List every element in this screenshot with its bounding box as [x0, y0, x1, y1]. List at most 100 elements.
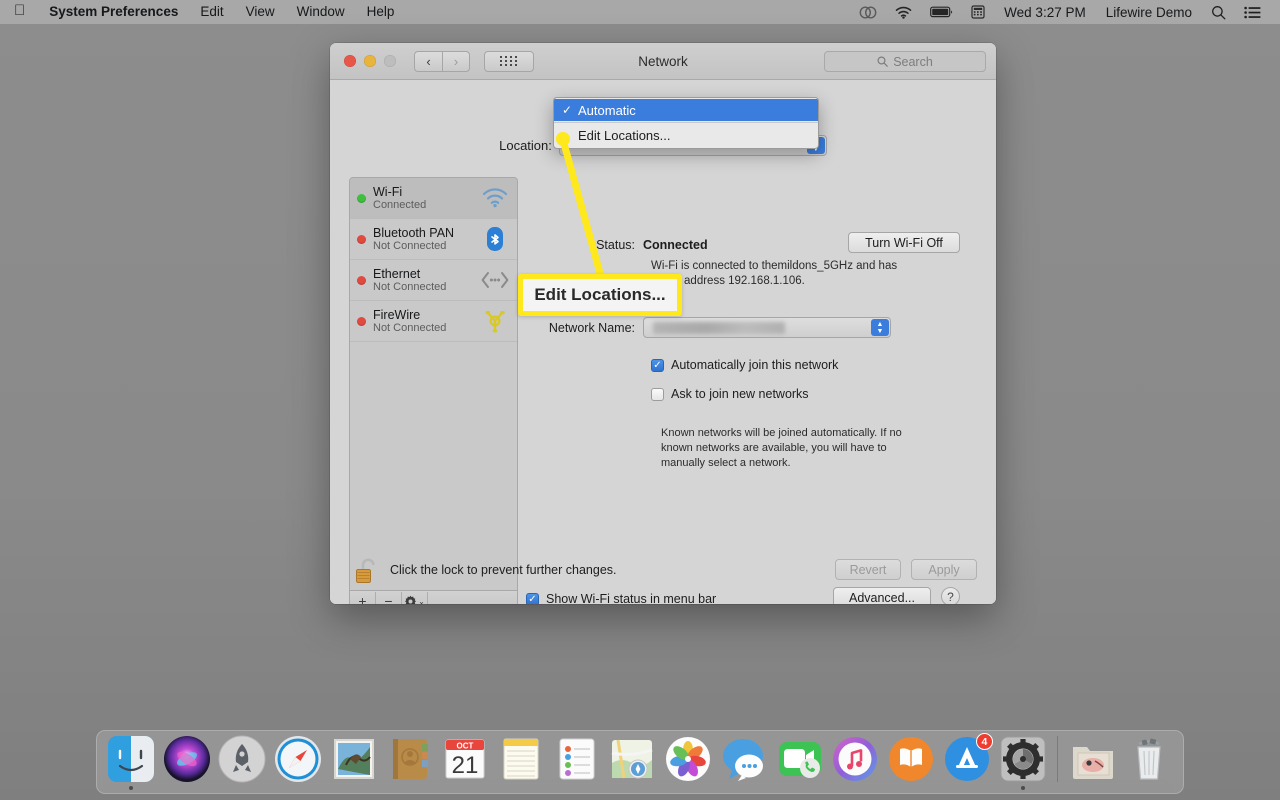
location-label: Location: [499, 138, 552, 153]
service-name: Ethernet [373, 266, 421, 281]
downloads-folder-icon [1069, 735, 1117, 783]
running-indicator [1020, 786, 1025, 790]
service-text: Ethernet Not Connected [373, 267, 481, 293]
dock-item-facetime[interactable] [772, 732, 828, 790]
menu-separator [554, 122, 818, 123]
notification-center-icon[interactable] [1235, 0, 1270, 24]
menu-edit[interactable]: Edit [189, 0, 234, 24]
menu-item-label: Edit Locations... [578, 127, 671, 143]
dock-item-photos[interactable] [660, 732, 716, 790]
unlocked-padlock-icon[interactable] [350, 553, 384, 587]
window-titlebar: ‹ › Network Search [330, 43, 996, 80]
ask-join-checkbox[interactable] [651, 387, 664, 401]
auto-join-checkbox[interactable]: ✓ [651, 358, 664, 372]
wifi-icon[interactable] [886, 0, 921, 24]
reminders-icon [553, 735, 601, 783]
dock-item-siri[interactable] [159, 732, 215, 790]
menu-item-edit-locations[interactable]: Edit Locations... [554, 124, 818, 146]
wifi-detail-pane: Status: Connected Turn Wi-Fi Off Wi-Fi i… [526, 177, 978, 604]
revert-button[interactable]: Revert [835, 559, 901, 580]
redacted-network-name [653, 322, 785, 334]
ask-join-checkbox-row[interactable]: Ask to join new networks [651, 387, 809, 401]
service-state: Not Connected [373, 239, 447, 252]
dock-item-system-preferences[interactable] [995, 732, 1051, 790]
menu-item-automatic[interactable]: ✓ Automatic [554, 99, 818, 121]
messages-icon [720, 735, 768, 783]
window-controls [330, 55, 396, 67]
dock-item-mail[interactable] [326, 732, 382, 790]
battery-icon[interactable] [921, 0, 962, 24]
dock-item-reminders[interactable] [549, 732, 605, 790]
desktop:  System Preferences Edit View Window He… [0, 0, 1280, 800]
lock-message: Click the lock to prevent further change… [390, 563, 617, 577]
dock: OCT 21 4 [96, 730, 1184, 794]
network-name-popup[interactable]: ▲ ▼ [643, 317, 891, 338]
dock-item-trash[interactable] [1121, 732, 1177, 790]
minimize-button[interactable] [364, 55, 376, 67]
menu-bar-status-area: Wed 3:27 PM Lifewire Demo [850, 0, 1280, 24]
search-placeholder: Search [893, 54, 933, 69]
forward-button[interactable]: › [442, 50, 470, 72]
dock-item-downloads-folder[interactable] [1065, 732, 1121, 790]
turn-wifi-off-button[interactable]: Turn Wi-Fi Off [848, 232, 960, 253]
auto-join-checkbox-row[interactable]: ✓ Automatically join this network [651, 358, 838, 372]
menu-window[interactable]: Window [286, 0, 356, 24]
zoom-button[interactable] [384, 55, 396, 67]
dock-item-launchpad[interactable] [214, 732, 270, 790]
apple-logo-icon[interactable]:  [0, 0, 38, 23]
status-dot-red [357, 316, 366, 326]
dock-item-messages[interactable] [716, 732, 772, 790]
app-store-icon: 4 [943, 733, 993, 783]
menu-bar-user[interactable]: Lifewire Demo [1096, 5, 1202, 20]
dock-item-itunes[interactable] [828, 732, 884, 790]
navigation-buttons: ‹ › [414, 50, 470, 72]
dock-item-contacts[interactable] [382, 732, 438, 790]
service-row-wifi[interactable]: Wi-Fi Connected [350, 178, 517, 219]
finder-icon [107, 735, 155, 783]
menu-item-label: Automatic [578, 102, 636, 118]
show-all-preferences-button[interactable] [484, 50, 534, 72]
service-row-firewire[interactable]: FireWire Not Connected [350, 301, 517, 342]
dock-item-app-store[interactable]: 4 [939, 732, 995, 790]
network-services-list[interactable]: Wi-Fi Connected Bluetooth PAN Not Connec… [349, 177, 518, 591]
dock-item-books[interactable] [883, 732, 939, 790]
service-state: Not Connected [373, 321, 447, 334]
dock-item-maps[interactable] [605, 732, 661, 790]
menu-help[interactable]: Help [356, 0, 406, 24]
service-name: Wi-Fi [373, 184, 403, 199]
dock-item-finder[interactable] [103, 732, 159, 790]
dock-item-calendar[interactable]: OCT 21 [437, 732, 493, 790]
menu-system-preferences[interactable]: System Preferences [38, 0, 189, 24]
wifi-icon [481, 184, 509, 212]
auto-join-label: Automatically join this network [671, 358, 839, 372]
back-button[interactable]: ‹ [414, 50, 442, 72]
maps-icon [608, 735, 656, 783]
svg-text:21: 21 [452, 752, 479, 779]
calculator-icon[interactable] [962, 0, 994, 24]
photos-icon [664, 735, 712, 783]
itunes-icon [831, 735, 879, 783]
apply-button[interactable]: Apply [911, 559, 977, 580]
status-description: Wi-Fi is connected to themildons_5GHz an… [651, 260, 898, 288]
mail-icon [330, 735, 378, 783]
network-name-row: Network Name: ▲ ▼ [526, 317, 978, 338]
close-button[interactable] [344, 55, 356, 67]
status-dot-red [357, 234, 366, 244]
spotlight-search-icon[interactable] [1202, 0, 1235, 24]
calendar-month-label: OCT [457, 742, 474, 751]
location-dropdown-menu[interactable]: ✓ Automatic Edit Locations... [553, 97, 819, 149]
menu-view[interactable]: View [235, 0, 286, 24]
popup-stepper-icon: ▲▼ [871, 319, 889, 336]
search-input[interactable]: Search [824, 51, 986, 72]
status-value: Connected [643, 238, 708, 252]
service-state: Connected [373, 198, 427, 211]
service-row-ethernet[interactable]: Ethernet Not Connected [350, 260, 517, 301]
checkmark-icon: ✓ [562, 103, 573, 117]
calendar-icon: OCT 21 [441, 735, 489, 783]
creative-cloud-icon[interactable] [850, 0, 886, 24]
service-name: Bluetooth PAN [373, 225, 455, 240]
service-row-bluetooth-pan[interactable]: Bluetooth PAN Not Connected [350, 219, 517, 260]
dock-item-notes[interactable] [493, 732, 549, 790]
dock-item-safari[interactable] [270, 732, 326, 790]
menu-bar-clock[interactable]: Wed 3:27 PM [994, 5, 1096, 20]
